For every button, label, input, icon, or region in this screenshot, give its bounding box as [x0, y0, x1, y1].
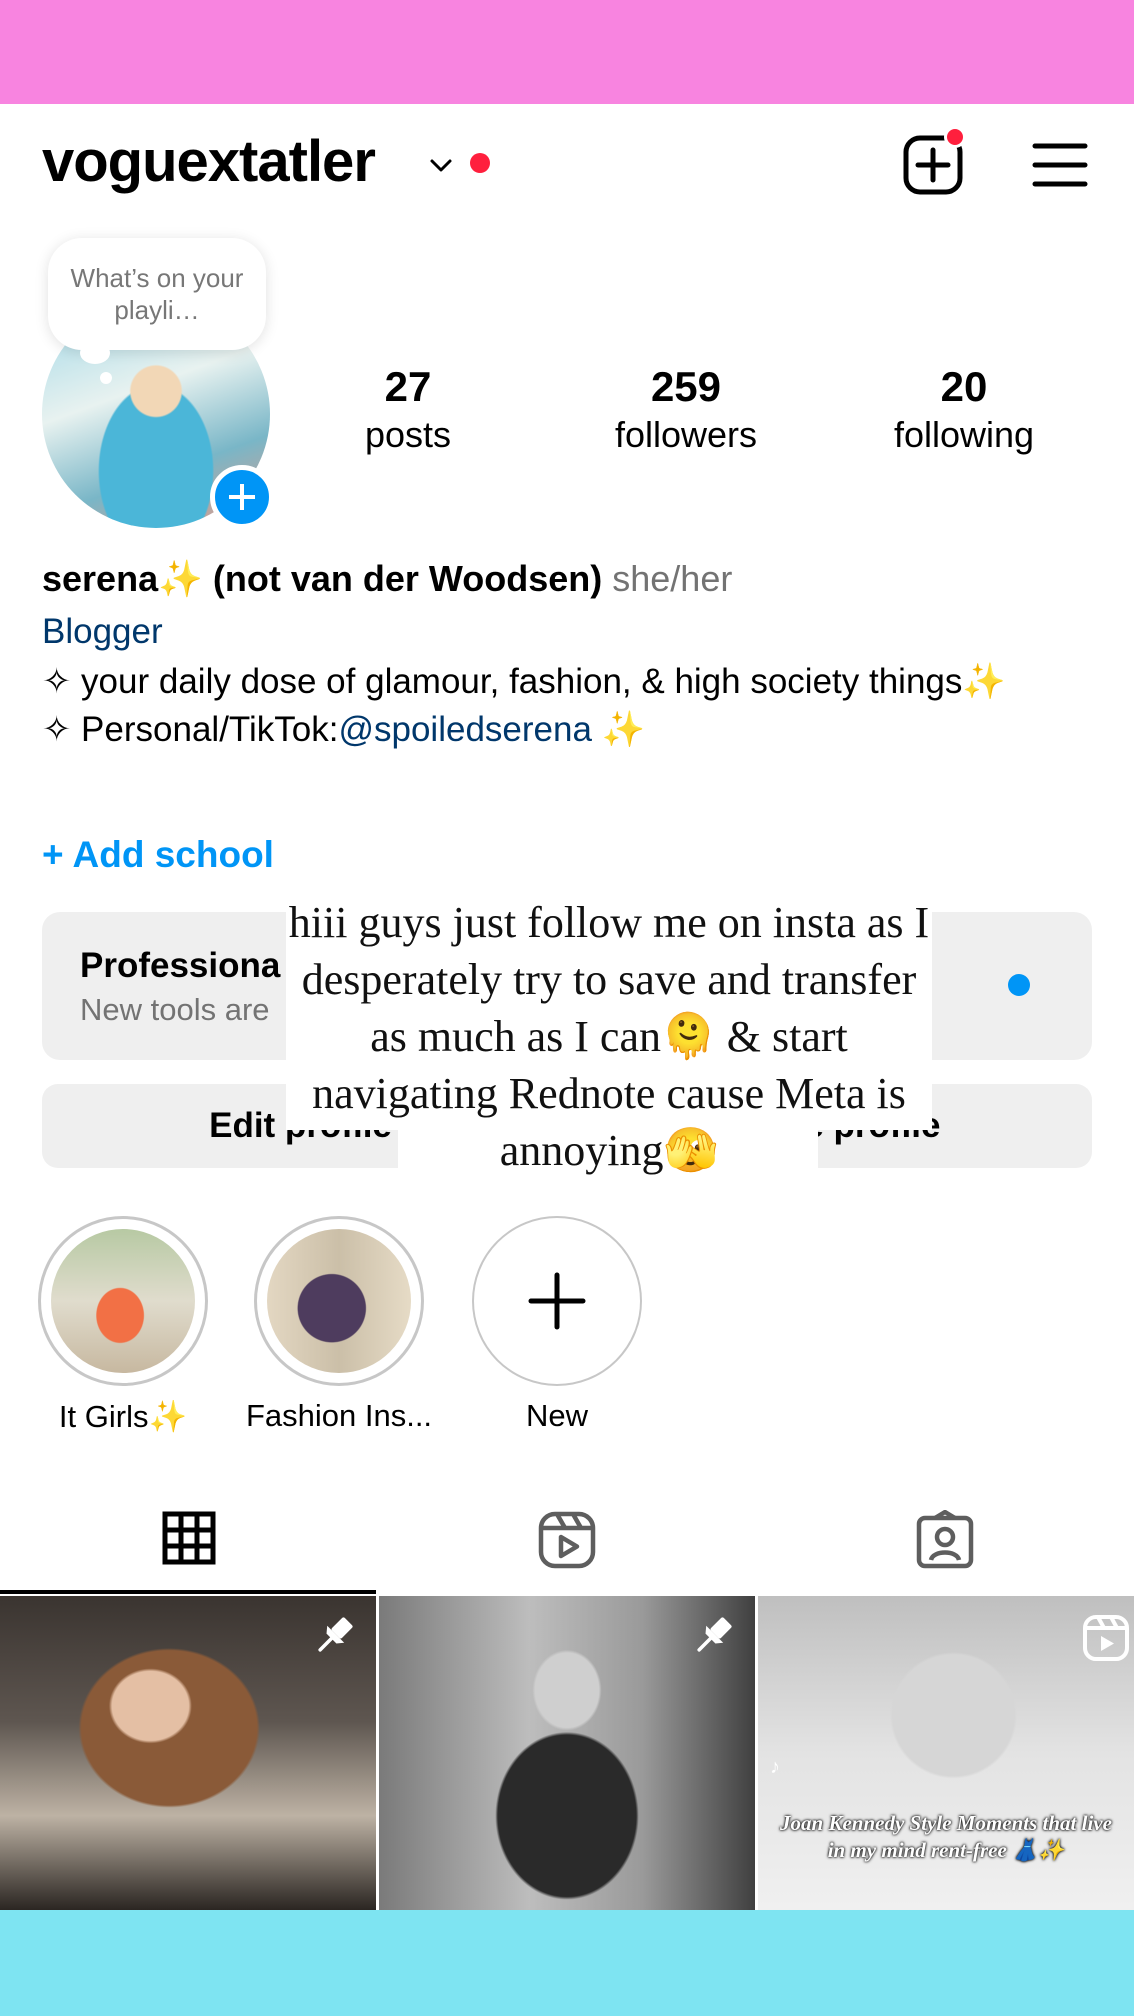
- highlight-label: It Girls✨: [58, 1399, 188, 1434]
- highlight-cover: [51, 1229, 195, 1373]
- pin-icon: [318, 1617, 353, 1652]
- highlight-ring: [472, 1216, 642, 1386]
- professional-dashboard-title: Professiona: [80, 946, 281, 985]
- highlight-fashion-inspo[interactable]: Fashion Ins...: [246, 1216, 432, 1433]
- professional-dashboard-dot: [1008, 974, 1030, 996]
- bio-line-2: ✧ Personal/TikTok:@spoiledserena ✨: [42, 706, 1052, 754]
- active-tab-indicator: [0, 1590, 376, 1594]
- overlay-caption-text: hiii guys just follow me on insta as I d…: [288, 898, 930, 1175]
- bio-name: serena✨ (not van der Woodsen): [42, 558, 603, 599]
- bio-text: ✧ your daily dose of glamour, fashion, &…: [42, 658, 1052, 754]
- menu-icon[interactable]: [1032, 140, 1088, 190]
- bio-mention-link[interactable]: @spoiledserena: [338, 710, 591, 749]
- professional-dashboard-subtitle: New tools are: [80, 992, 270, 1027]
- highlight-it-girls[interactable]: It Girls✨: [38, 1216, 208, 1434]
- followers-label: followers: [614, 414, 758, 455]
- notification-dot: [470, 153, 490, 173]
- note-bubble-tail-dot: [100, 372, 112, 384]
- grid-icon: [162, 1511, 216, 1565]
- stat-posts[interactable]: 27 posts: [330, 362, 486, 458]
- bio-category: Blogger: [42, 612, 163, 651]
- username-switcher[interactable]: voguextatler: [42, 128, 376, 195]
- reels-icon: [1083, 1615, 1129, 1661]
- add-school-link[interactable]: + Add school: [42, 834, 274, 876]
- highlight-label: Fashion Ins...: [245, 1398, 433, 1433]
- reels-icon: [538, 1511, 596, 1569]
- plus-icon: [528, 1272, 586, 1330]
- bio-name-line: serena✨ (not van der Woodsen) she/her: [42, 558, 732, 600]
- posts-label: posts: [364, 414, 452, 455]
- highlight-cover: [267, 1229, 411, 1373]
- post-tile-pinned[interactable]: [0, 1596, 376, 1910]
- posts-count: 27: [384, 363, 432, 410]
- stat-followers[interactable]: 259 followers: [596, 362, 776, 458]
- highlight-label: New: [525, 1398, 588, 1433]
- pin-icon: [697, 1617, 732, 1652]
- profile-tabs: [0, 1500, 1134, 1594]
- followers-count: 259: [650, 363, 722, 410]
- bio-pronouns: she/her: [612, 558, 733, 599]
- note-bubble[interactable]: What’s on your playli…: [48, 238, 266, 350]
- profile-header: voguextatler: [0, 104, 1134, 224]
- following-count: 20: [940, 363, 988, 410]
- bottom-color-band: [0, 1910, 1134, 2016]
- tagged-icon: [916, 1510, 974, 1569]
- chevron-down-icon[interactable]: [428, 152, 454, 178]
- highlight-ring: [254, 1216, 424, 1386]
- stat-following[interactable]: 20 following: [876, 362, 1052, 458]
- add-story-icon[interactable]: [210, 465, 274, 529]
- tiktok-icon: ♪: [770, 1756, 780, 1778]
- add-post-notification-dot: [944, 126, 966, 148]
- top-color-band: [0, 0, 1134, 104]
- tab-reels[interactable]: [378, 1500, 756, 1594]
- note-text: What’s on your playli…: [70, 263, 244, 325]
- tab-tagged[interactable]: [756, 1500, 1134, 1594]
- following-label: following: [893, 414, 1035, 455]
- highlight-new[interactable]: New: [472, 1216, 642, 1433]
- post-tile-reel[interactable]: ♪ Joan Kennedy Style Moments that live i…: [758, 1596, 1134, 1910]
- tab-posts-grid[interactable]: [0, 1500, 378, 1594]
- bio-line-2-prefix: ✧ Personal/TikTok:: [42, 710, 339, 749]
- note-bubble-tail: [80, 342, 110, 364]
- bio-line-1: ✧ your daily dose of glamour, fashion, &…: [42, 662, 1006, 701]
- post-tile-pinned[interactable]: [379, 1596, 755, 1910]
- bio-line-2-suffix: ✨: [591, 710, 646, 749]
- highlight-ring: [38, 1216, 208, 1386]
- post-caption: Joan Kennedy Style Moments that live in …: [780, 1811, 1112, 1862]
